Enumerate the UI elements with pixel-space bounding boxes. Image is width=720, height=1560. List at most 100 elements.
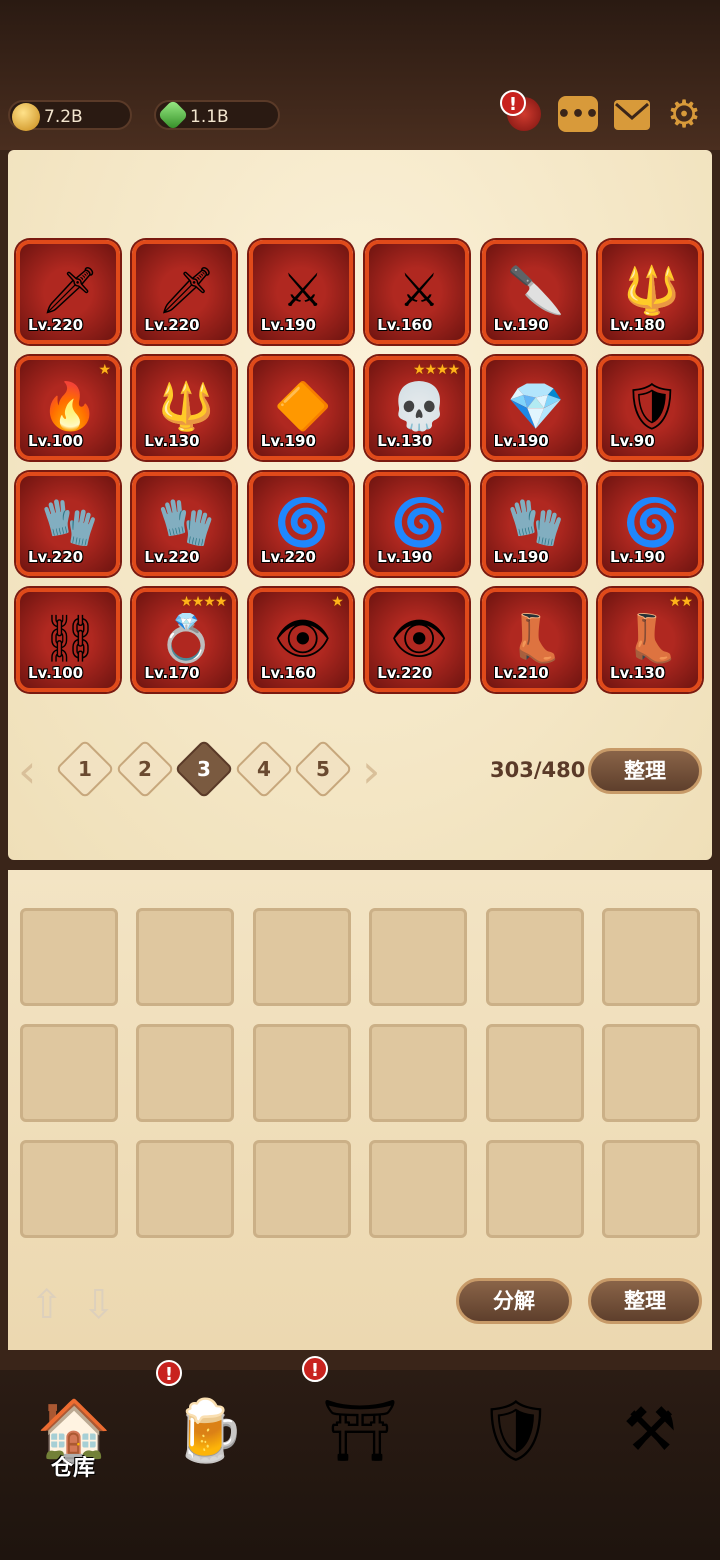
chat-icon[interactable]: ••• xyxy=(557,96,599,132)
nav-portal[interactable]: ⛩ ! xyxy=(300,1356,420,1490)
item-level: Lv.210 xyxy=(493,664,549,682)
item-slot[interactable]: 👢 Lv.130 ★★ xyxy=(598,588,702,692)
forge-icon: ⚒ xyxy=(623,1395,677,1465)
item-slot[interactable]: ⚔ Lv.160 xyxy=(365,240,470,344)
item-slot[interactable]: 🧤 Lv.220 xyxy=(16,472,120,576)
empty-slot[interactable] xyxy=(20,1024,118,1122)
item-slot[interactable]: ⛓ Lv.100 xyxy=(16,588,120,692)
item-slot[interactable]: 👁 Lv.160 ★ xyxy=(248,588,353,692)
empty-slot[interactable] xyxy=(602,908,700,1006)
empty-slot[interactable] xyxy=(602,1140,700,1238)
empty-slot[interactable] xyxy=(20,908,118,1006)
sapphire-ring-icon: 💍 xyxy=(157,610,216,665)
item-slot[interactable]: ⚔ Lv.190 xyxy=(248,240,353,344)
item-level: Lv.190 xyxy=(493,316,549,334)
shop-bag-button[interactable]: ! xyxy=(500,90,544,132)
empty-slot[interactable] xyxy=(369,1024,468,1122)
empty-slot[interactable] xyxy=(136,1140,235,1238)
item-slot[interactable]: 🔥 Lv.100 ★ xyxy=(16,356,120,460)
vortex-gauntlet-icon: 🌀 xyxy=(623,494,681,549)
item-slot[interactable]: 🛡 Lv.90 xyxy=(598,356,702,460)
item-slot[interactable]: 💀 Lv.130 ★★★★ xyxy=(365,356,470,460)
empty-slot[interactable] xyxy=(252,1024,351,1122)
empty-slot[interactable] xyxy=(136,1024,235,1122)
empty-slot[interactable] xyxy=(252,1140,351,1238)
item-slot[interactable]: 🔱 Lv.130 xyxy=(132,356,237,460)
treasure-icon: 🛡 xyxy=(477,1395,555,1466)
item-level: Lv.90 xyxy=(610,432,655,450)
item-level: Lv.180 xyxy=(610,316,666,334)
item-level: Lv.130 xyxy=(377,432,433,450)
empty-slot[interactable] xyxy=(485,908,584,1006)
bone-dagger-icon: 🔪 xyxy=(506,262,565,317)
nav-forge[interactable]: ⚒ xyxy=(590,1370,710,1490)
vortex-gauntlet-icon: 🌀 xyxy=(274,494,332,549)
empty-slot[interactable] xyxy=(252,908,351,1006)
golden-gauntlet-icon: 🧤 xyxy=(157,494,216,549)
vortex-gauntlet-icon: 🌀 xyxy=(390,494,448,549)
golden-dagger-icon: 🔱 xyxy=(157,378,216,433)
item-slot[interactable]: 🗡 Lv.220 xyxy=(132,240,237,344)
next-page-arrow-icon[interactable]: › xyxy=(362,748,380,794)
portal-icon: ⛩ xyxy=(321,1395,399,1466)
dark-armor-icon: 🛡 xyxy=(622,378,682,433)
item-slot[interactable]: 🔶 Lv.190 xyxy=(248,356,353,460)
item-slot[interactable]: 🌀 Lv.220 xyxy=(248,472,353,576)
empty-slot[interactable] xyxy=(485,1140,584,1238)
decompose-button[interactable]: 分解 xyxy=(456,1278,572,1324)
tavern-icon: 🍺 xyxy=(170,1395,246,1466)
star-rating: ★★★★ xyxy=(180,594,227,610)
nav-tavern[interactable]: 🍺 ! xyxy=(148,1360,268,1490)
empty-slot[interactable] xyxy=(369,1140,468,1238)
item-slot[interactable]: 🔪 Lv.190 xyxy=(481,240,586,344)
item-slot[interactable]: 🌀 Lv.190 xyxy=(598,472,702,576)
item-slot[interactable]: 🔱 Lv.180 xyxy=(598,240,702,344)
dragon-eye-ring-icon: 👁 xyxy=(389,610,449,665)
gem-amount: 1.1B xyxy=(190,107,229,127)
page-number: 2 xyxy=(137,757,152,781)
item-slot[interactable]: 🧤 Lv.190 xyxy=(481,472,586,576)
item-slot[interactable]: 👢 Lv.210 xyxy=(481,588,586,692)
star-rating: ★ xyxy=(98,362,111,378)
sort-lower-button[interactable]: 整理 xyxy=(588,1278,702,1324)
amber-amulet-icon: 🔶 xyxy=(274,378,332,433)
gilded-gauntlet-icon: 🧤 xyxy=(506,494,565,549)
mail-icon[interactable] xyxy=(614,100,650,130)
ice-sword-icon: ⚔ xyxy=(282,263,324,317)
page-number: 1 xyxy=(78,757,92,781)
alert-icon: ! xyxy=(156,1360,182,1386)
chain-gauntlet-icon: ⛓ xyxy=(40,610,100,665)
dragon-eye-ring-icon: 👁 xyxy=(273,610,332,665)
nav-warehouse-label: 仓库 xyxy=(50,1456,95,1481)
star-rating: ★★ xyxy=(668,594,693,610)
scroll-up-icon[interactable]: ⇧ xyxy=(30,1282,64,1328)
gold-amount: 7.2B xyxy=(44,107,83,127)
item-slot[interactable]: 👁 Lv.220 xyxy=(365,588,470,692)
gear-icon[interactable]: ⚙ xyxy=(664,92,704,136)
star-rating: ★ xyxy=(331,594,344,610)
item-slot[interactable]: 🗡 Lv.220 xyxy=(16,240,120,344)
star-rating: ★★★★ xyxy=(412,362,460,378)
item-slot[interactable]: 💎 Lv.190 xyxy=(481,356,586,460)
item-slot[interactable]: 🧤 Lv.220 xyxy=(132,472,237,576)
item-slot[interactable]: 💍 Lv.170 ★★★★ xyxy=(132,588,237,692)
empty-slot[interactable] xyxy=(602,1024,700,1122)
capacity-counter: 303/480 xyxy=(490,758,586,782)
item-level: Lv.160 xyxy=(377,316,433,334)
emerald-amulet-icon: 💎 xyxy=(506,378,565,433)
empty-slot[interactable] xyxy=(485,1024,584,1122)
empty-slot[interactable] xyxy=(20,1140,118,1238)
item-level: Lv.190 xyxy=(377,548,433,566)
empty-slot[interactable] xyxy=(369,908,468,1006)
item-level: Lv.170 xyxy=(144,664,200,682)
item-slot[interactable]: 🌀 Lv.190 xyxy=(365,472,470,576)
prev-page-arrow-icon[interactable]: ‹ xyxy=(18,748,36,794)
blade-icon: 🗡 xyxy=(40,262,100,317)
scimitar-icon: 🗡 xyxy=(157,262,216,317)
scroll-down-icon[interactable]: ⇩ xyxy=(82,1282,116,1328)
empty-slot[interactable] xyxy=(136,908,235,1006)
gold-coin-icon xyxy=(12,103,40,131)
sort-button[interactable]: 整理 xyxy=(588,748,702,794)
nav-treasure[interactable]: 🛡 xyxy=(456,1370,576,1490)
gem-icon xyxy=(157,99,189,131)
